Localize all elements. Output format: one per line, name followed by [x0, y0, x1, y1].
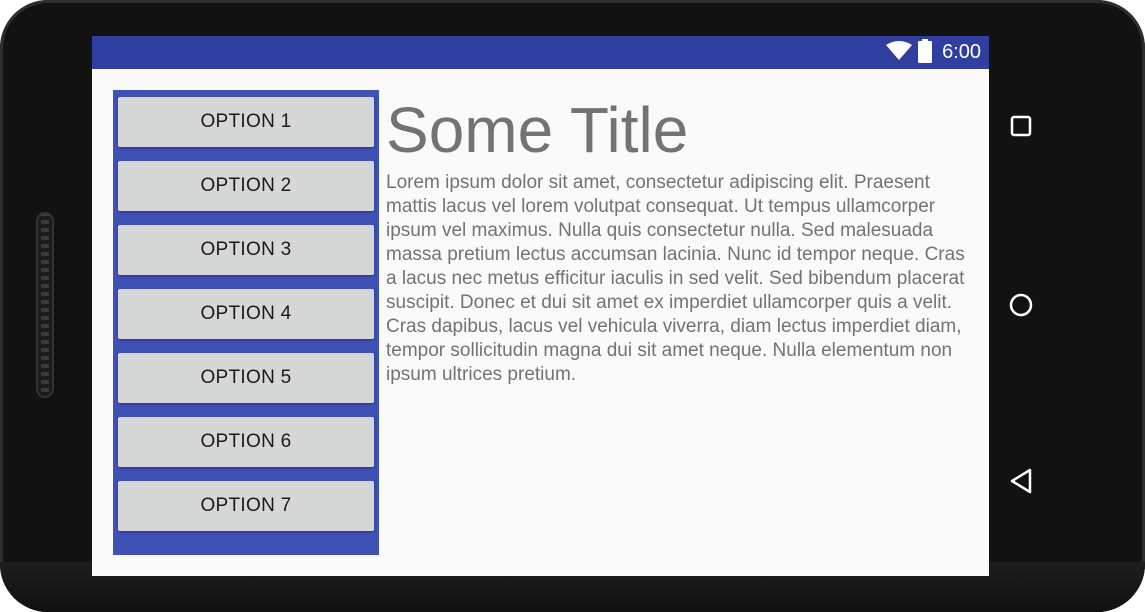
- back-button[interactable]: [1003, 465, 1039, 501]
- battery-icon: [918, 38, 933, 67]
- option-1-button[interactable]: OPTION 1: [118, 97, 374, 147]
- status-bar: 6:00: [92, 36, 989, 69]
- recents-icon: [1010, 115, 1032, 141]
- option-7-button[interactable]: OPTION 7: [118, 481, 374, 531]
- home-button[interactable]: [1003, 289, 1039, 325]
- option-3-button[interactable]: OPTION 3: [118, 225, 374, 275]
- speaker-grille: [36, 212, 54, 398]
- app-screen: 6:00 OPTION 1 OPTION 2 OPTION 3 OPTION 4…: [92, 36, 989, 576]
- wifi-icon: [886, 40, 913, 65]
- option-4-button[interactable]: OPTION 4: [118, 289, 374, 339]
- status-icons: 6:00: [886, 36, 981, 69]
- phone-frame: 6:00 OPTION 1 OPTION 2 OPTION 3 OPTION 4…: [0, 0, 1145, 612]
- option-5-button[interactable]: OPTION 5: [118, 353, 374, 403]
- back-icon: [1009, 468, 1033, 498]
- status-time: 6:00: [942, 41, 981, 63]
- navigation-bar: [989, 36, 1052, 576]
- options-sidebar: OPTION 1 OPTION 2 OPTION 3 OPTION 4 OPTI…: [113, 90, 379, 555]
- body-text: Lorem ipsum dolor sit amet, consectetur …: [386, 172, 965, 385]
- page-title: Some Title: [386, 94, 689, 166]
- option-6-button[interactable]: OPTION 6: [118, 417, 374, 467]
- option-2-button[interactable]: OPTION 2: [118, 161, 374, 211]
- home-icon: [1008, 292, 1034, 322]
- recents-button[interactable]: [1003, 110, 1039, 146]
